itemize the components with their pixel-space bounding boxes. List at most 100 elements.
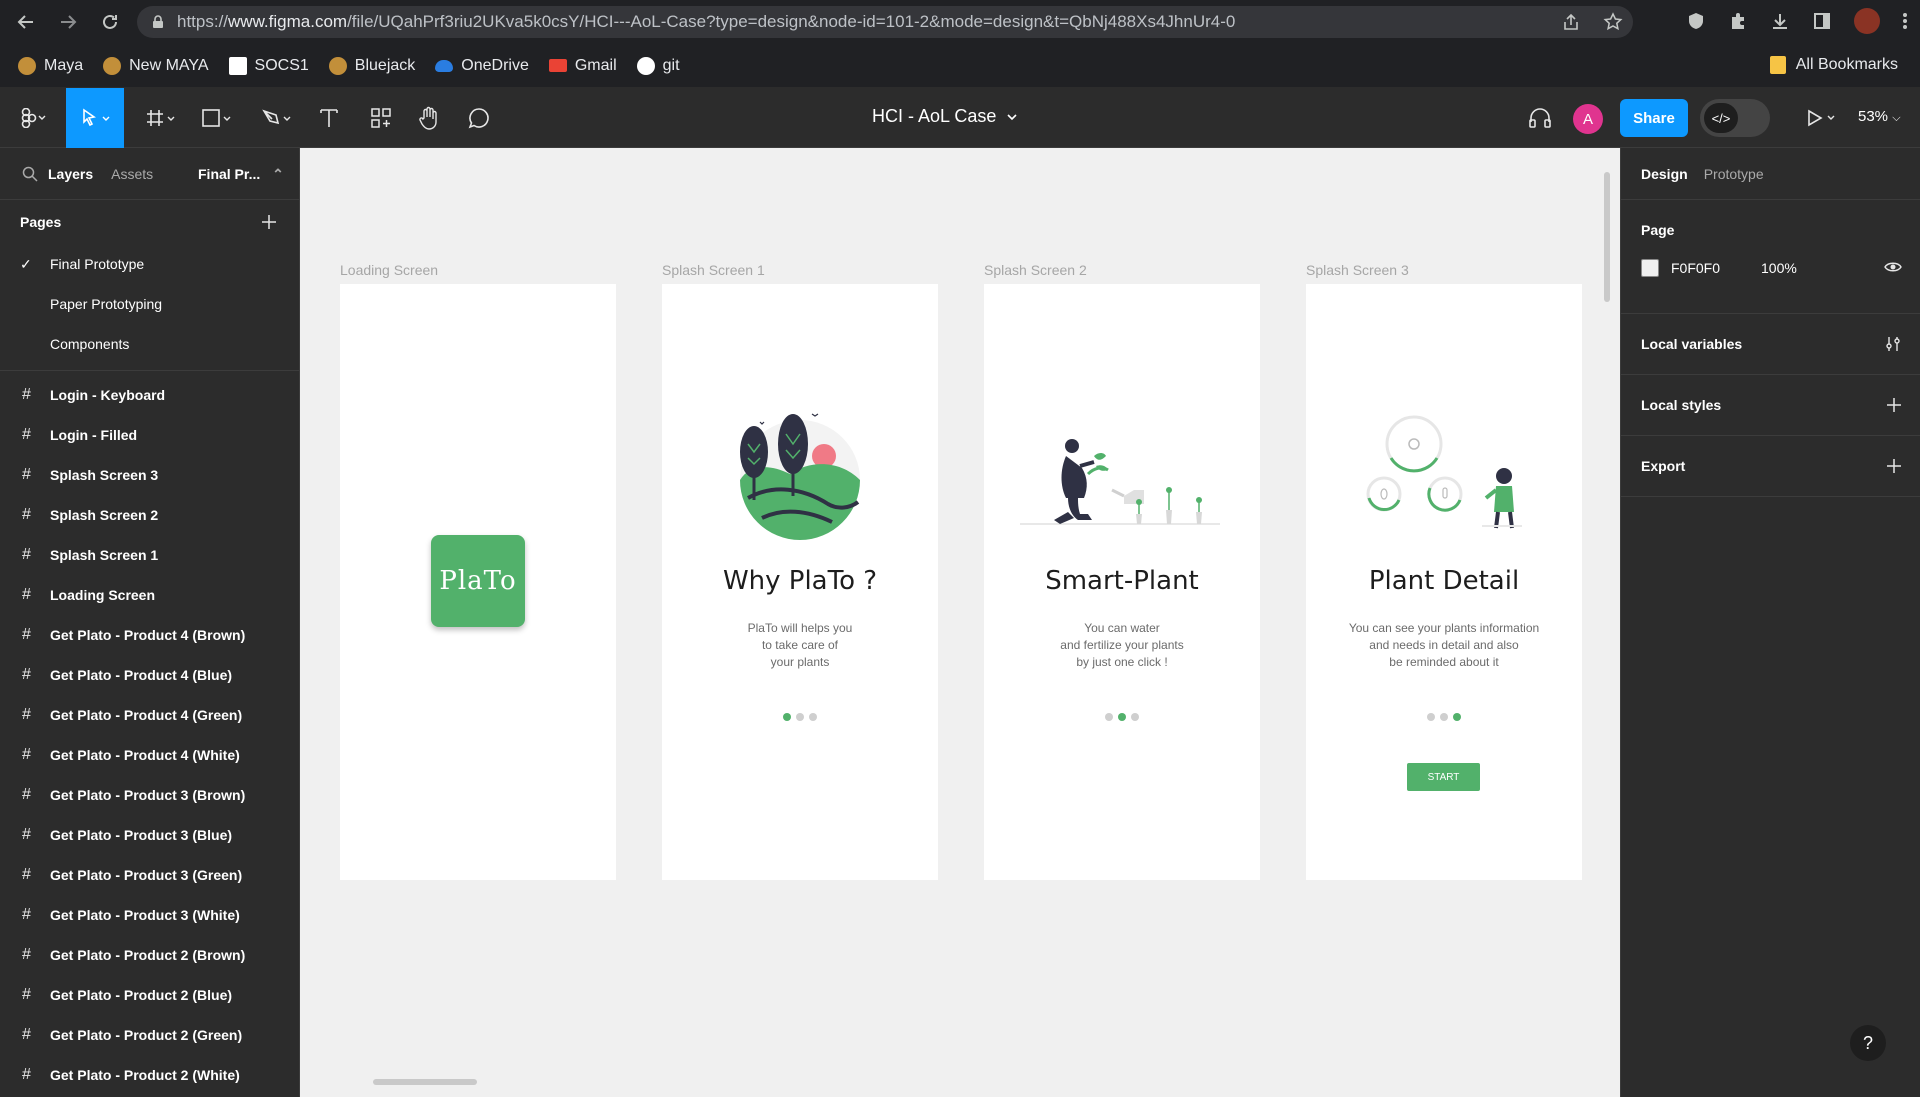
help-button[interactable]: ? bbox=[1850, 1025, 1886, 1061]
bookmark-socs1[interactable]: SOCS1 bbox=[228, 56, 309, 75]
page-opacity[interactable]: 100% bbox=[1761, 260, 1797, 276]
move-tool-button[interactable] bbox=[66, 88, 124, 148]
add-style-icon[interactable] bbox=[1886, 397, 1902, 413]
frame-loading-screen[interactable]: PlaTo bbox=[340, 284, 616, 880]
bookmark-git[interactable]: git bbox=[636, 56, 680, 75]
left-panel-tabs: Layers Assets Final Pr... ⌃ bbox=[0, 148, 299, 200]
profile-avatar[interactable] bbox=[1854, 8, 1880, 34]
layer-item[interactable]: # Login - Keyboard bbox=[0, 375, 299, 415]
menu-kebab-icon[interactable] bbox=[1902, 11, 1908, 31]
frame-splash-screen-1[interactable]: Why PlaTo ? PlaTo will helps you to take… bbox=[662, 284, 938, 880]
audio-chat-button[interactable] bbox=[1525, 88, 1555, 148]
page-label: Final Prototype bbox=[50, 256, 145, 272]
extension-shield-icon[interactable] bbox=[1686, 11, 1706, 31]
layer-item[interactable]: # Get Plato - Product 4 (Blue) bbox=[0, 655, 299, 695]
layer-item[interactable]: # Splash Screen 1 bbox=[0, 535, 299, 575]
star-icon[interactable] bbox=[1603, 12, 1623, 32]
frame-label-splash-2[interactable]: Splash Screen 2 bbox=[984, 262, 1087, 278]
local-styles-section[interactable]: Local styles bbox=[1621, 375, 1920, 436]
page-section: Page F0F0F0 100% bbox=[1621, 200, 1920, 314]
dev-mode-toggle[interactable]: </> bbox=[1700, 99, 1770, 137]
side-panel-icon[interactable] bbox=[1812, 11, 1832, 31]
bookmark-onedrive[interactable]: OneDrive bbox=[435, 57, 529, 75]
layer-item[interactable]: # Get Plato - Product 2 (White) bbox=[0, 1055, 299, 1095]
page-item-paper-prototyping[interactable]: Paper Prototyping bbox=[0, 284, 299, 324]
hand-tool-button[interactable] bbox=[414, 88, 444, 148]
frame-label-splash-1[interactable]: Splash Screen 1 bbox=[662, 262, 765, 278]
layer-item[interactable]: # Get Plato - Product 2 (Green) bbox=[0, 1015, 299, 1055]
bookmark-label: Maya bbox=[44, 56, 84, 74]
current-page-selector[interactable]: Final Pr... ⌃ bbox=[198, 166, 284, 183]
bookmark-bluejack[interactable]: Bluejack bbox=[328, 56, 415, 75]
start-button[interactable]: START bbox=[1407, 763, 1480, 791]
frame-hash-icon: # bbox=[22, 586, 31, 603]
file-title[interactable]: HCI - AoL Case bbox=[872, 106, 1018, 127]
layer-item[interactable]: # Get Plato - Product 4 (Green) bbox=[0, 695, 299, 735]
reload-icon[interactable] bbox=[96, 8, 124, 36]
page-item-final-prototype[interactable]: ✓ Final Prototype bbox=[0, 244, 299, 284]
pagination-dot bbox=[1427, 713, 1435, 721]
local-variables-section[interactable]: Local variables bbox=[1621, 314, 1920, 375]
search-icon[interactable] bbox=[22, 166, 38, 182]
page-item-components[interactable]: Components bbox=[0, 324, 299, 364]
frame-label-loading[interactable]: Loading Screen bbox=[340, 262, 438, 278]
address-bar[interactable]: https://www.figma.com/file/UQahPrf3riu2U… bbox=[137, 6, 1633, 38]
layer-item[interactable]: # Loading Screen bbox=[0, 575, 299, 615]
frame-tool-button[interactable] bbox=[138, 88, 184, 148]
bookmark-gmail[interactable]: Gmail bbox=[548, 57, 617, 75]
pen-tool-button[interactable] bbox=[254, 88, 300, 148]
frame-splash-screen-3[interactable]: Plant Detail You can see your plants inf… bbox=[1306, 284, 1582, 880]
pen-icon bbox=[262, 109, 291, 125]
horizontal-scrollbar[interactable] bbox=[373, 1079, 477, 1085]
forward-icon[interactable] bbox=[54, 8, 82, 36]
share-page-icon[interactable] bbox=[1561, 12, 1581, 32]
add-page-icon[interactable] bbox=[261, 214, 277, 230]
layer-item[interactable]: # Get Plato - Product 3 (Blue) bbox=[0, 815, 299, 855]
text-tool-button[interactable] bbox=[314, 88, 344, 148]
shape-tool-button[interactable] bbox=[194, 88, 240, 148]
resources-button[interactable] bbox=[366, 88, 396, 148]
zoom-value: 53% bbox=[1858, 108, 1889, 125]
right-panel-tabs: Design Prototype bbox=[1621, 148, 1920, 200]
layer-item[interactable]: # Splash Screen 3 bbox=[0, 455, 299, 495]
user-avatar[interactable]: A bbox=[1573, 104, 1603, 134]
layer-item[interactable]: # Get Plato - Product 4 (Brown) bbox=[0, 615, 299, 655]
layer-item[interactable]: # Get Plato - Product 2 (Brown) bbox=[0, 935, 299, 975]
eye-icon[interactable] bbox=[1884, 260, 1902, 274]
frame-splash-screen-2[interactable]: Smart-Plant You can water and fertilize … bbox=[984, 284, 1260, 880]
canvas[interactable]: Loading Screen PlaTo Splash Screen 1 Why… bbox=[300, 148, 1620, 1097]
tab-design[interactable]: Design bbox=[1641, 166, 1688, 182]
bookmark-maya[interactable]: Maya bbox=[18, 56, 84, 75]
page-color-swatch[interactable] bbox=[1641, 259, 1659, 277]
layer-item[interactable]: # Get Plato - Product 3 (White) bbox=[0, 895, 299, 935]
all-bookmarks[interactable]: All Bookmarks bbox=[1769, 56, 1898, 74]
layer-item[interactable]: # Get Plato - Product 4 (White) bbox=[0, 735, 299, 775]
variables-sliders-icon[interactable] bbox=[1884, 335, 1902, 353]
frame-hash-icon: # bbox=[22, 826, 31, 843]
back-icon[interactable] bbox=[12, 8, 40, 36]
frame-label-splash-3[interactable]: Splash Screen 3 bbox=[1306, 262, 1409, 278]
tab-prototype[interactable]: Prototype bbox=[1704, 166, 1764, 182]
zoom-menu[interactable]: 53% ⌵ bbox=[1858, 108, 1901, 125]
pagination-dot bbox=[1131, 713, 1139, 721]
layer-item[interactable]: # Get Plato - Product 3 (Brown) bbox=[0, 775, 299, 815]
present-button[interactable] bbox=[1796, 88, 1846, 148]
layer-item[interactable]: # Get Plato - Product 2 (Blue) bbox=[0, 975, 299, 1015]
tab-assets[interactable]: Assets bbox=[111, 166, 153, 182]
layer-item[interactable]: # Get Plato - Product 3 (Green) bbox=[0, 855, 299, 895]
layer-item[interactable]: # Splash Screen 2 bbox=[0, 495, 299, 535]
frame-hash-icon: # bbox=[22, 626, 31, 643]
extensions-puzzle-icon[interactable] bbox=[1728, 11, 1748, 31]
main-menu-button[interactable] bbox=[10, 88, 56, 148]
download-icon[interactable] bbox=[1770, 11, 1790, 31]
frame-hash-icon: # bbox=[22, 786, 31, 803]
bookmark-new-maya[interactable]: New MAYA bbox=[103, 56, 209, 75]
share-button[interactable]: Share bbox=[1620, 99, 1688, 137]
tab-layers[interactable]: Layers bbox=[48, 166, 93, 182]
page-color-hex[interactable]: F0F0F0 bbox=[1671, 260, 1720, 276]
vertical-scrollbar[interactable] bbox=[1604, 172, 1610, 302]
layer-item[interactable]: # Login - Filled bbox=[0, 415, 299, 455]
add-export-icon[interactable] bbox=[1886, 458, 1902, 474]
export-section[interactable]: Export bbox=[1621, 436, 1920, 497]
comment-tool-button[interactable] bbox=[464, 88, 494, 148]
